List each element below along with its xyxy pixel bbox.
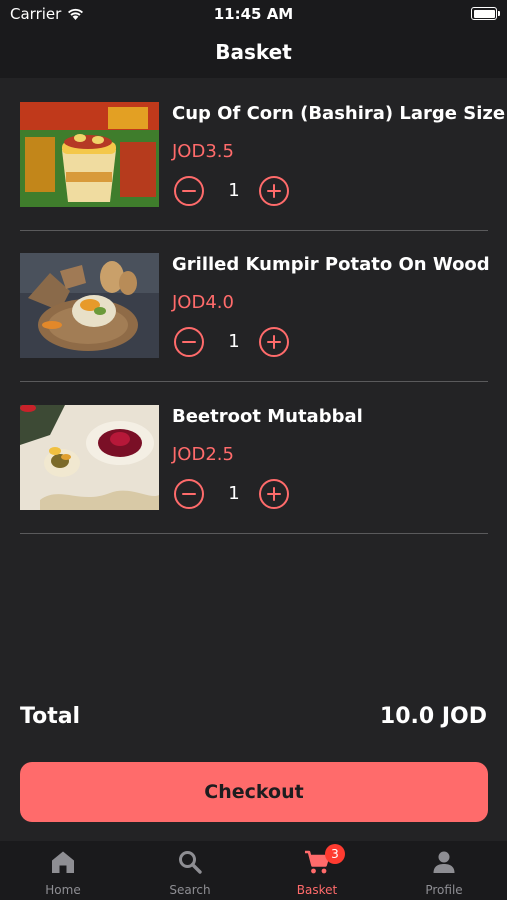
tab-label: Basket [296,883,338,897]
status-bar: Carrier 11:45 AM [0,0,507,28]
tab-bar: Home Search 3 Basket Profile [0,841,507,900]
item-image-corn-cup [20,102,159,207]
basket-item: Beetroot Mutabbal JOD2.5 1 [20,382,488,534]
navigation-bar: Basket [0,28,507,78]
checkout-button[interactable]: Checkout [20,762,488,822]
cart-count-badge: 3 [325,844,345,864]
person-icon [433,851,455,873]
basket-item: Cup Of Corn (Bashira) Large Size JOD3.5 … [20,79,505,231]
tab-profile[interactable]: Profile [381,841,507,900]
tab-basket[interactable]: 3 Basket [254,841,380,900]
item-name: Grilled Kumpir Potato On Wood [172,254,490,275]
quantity-value: 1 [228,331,240,352]
quantity-stepper: 1 [172,176,297,209]
item-image-beetroot-mutabbal [20,405,159,510]
basket-item: Grilled Kumpir Potato On Wood JOD4.0 1 [20,230,490,382]
decrease-quantity-button[interactable] [174,327,204,357]
tab-label: Profile [425,883,463,897]
quantity-value: 1 [228,483,240,504]
total-value: 10.0 JOD [379,704,487,729]
quantity-value: 1 [228,180,240,201]
item-price: JOD2.5 [172,444,234,465]
decrease-quantity-button[interactable] [174,479,204,509]
home-icon [52,851,74,873]
search-icon [179,851,202,874]
item-name: Beetroot Mutabbal [172,406,363,427]
tab-home[interactable]: Home [0,841,126,900]
increase-quantity-button[interactable] [259,327,289,357]
increase-quantity-button[interactable] [259,176,289,206]
item-price: JOD3.5 [172,141,234,162]
quantity-stepper: 1 [172,327,297,360]
page-title: Basket [215,40,292,64]
item-image-kumpir-potato [20,253,159,358]
decrease-quantity-button[interactable] [174,176,204,206]
battery-icon [471,7,500,20]
item-name: Cup Of Corn (Bashira) Large Size [172,103,506,124]
item-price: JOD4.0 [172,292,234,313]
tab-search[interactable]: Search [127,841,253,900]
status-time: 11:45 AM [213,5,294,23]
tab-label: Search [169,883,211,897]
quantity-stepper: 1 [172,479,297,512]
increase-quantity-button[interactable] [259,479,289,509]
total-label: Total [20,704,81,729]
tab-label: Home [45,883,81,897]
